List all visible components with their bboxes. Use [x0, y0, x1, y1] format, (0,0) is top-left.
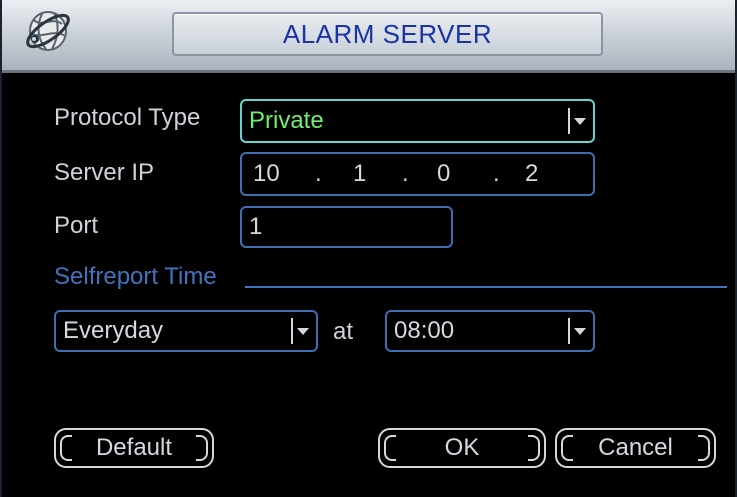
- server-ip-octet-2[interactable]: 1: [353, 160, 366, 188]
- ip-dot-separator: .: [315, 160, 322, 187]
- server-ip-label: Server IP: [54, 159, 155, 186]
- server-ip-octet-1[interactable]: 10: [253, 160, 280, 188]
- alarm-server-dialog: ALARM SERVER Protocol Type Private Serve…: [0, 0, 737, 497]
- default-button[interactable]: Default: [54, 428, 214, 468]
- protocol-type-value: Private: [249, 107, 324, 134]
- globe-logo-icon: [26, 11, 70, 51]
- chevron-down-icon[interactable]: [291, 318, 313, 344]
- port-field[interactable]: 1: [240, 206, 453, 248]
- selfreport-frequency-value: Everyday: [63, 317, 164, 344]
- selfreport-time-value: 08:00: [394, 317, 455, 344]
- port-value: 1: [249, 213, 263, 240]
- server-ip-octet-3[interactable]: 0: [437, 160, 450, 188]
- chevron-down-icon[interactable]: [568, 318, 590, 344]
- selfreport-frequency-select[interactable]: Everyday: [54, 310, 318, 352]
- at-label: at: [333, 318, 354, 345]
- protocol-type-select[interactable]: Private: [240, 99, 595, 143]
- selfreport-time-section-title: Selfreport Time: [54, 263, 217, 290]
- selfreport-time-select[interactable]: 08:00: [385, 310, 595, 352]
- ip-dot-separator: .: [493, 160, 500, 187]
- section-divider: [245, 286, 727, 288]
- port-label: Port: [54, 212, 99, 239]
- title-bar: ALARM SERVER: [2, 0, 735, 73]
- chevron-down-icon[interactable]: [568, 108, 590, 134]
- server-ip-octet-4[interactable]: 2: [525, 160, 538, 188]
- ok-button[interactable]: OK: [378, 428, 546, 468]
- ip-dot-separator: .: [402, 160, 409, 187]
- window-title: ALARM SERVER: [172, 12, 603, 56]
- server-ip-field[interactable]: 10 . 1 . 0 . 2: [240, 152, 595, 196]
- protocol-type-label: Protocol Type: [54, 104, 201, 131]
- cancel-button[interactable]: Cancel: [555, 428, 716, 468]
